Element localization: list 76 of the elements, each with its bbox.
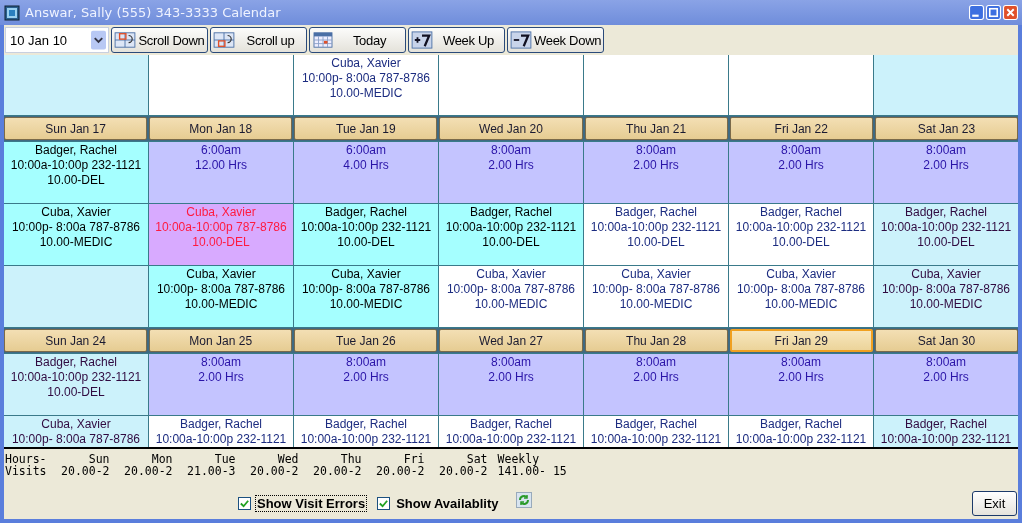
summary-value: 20.00-2	[124, 465, 173, 477]
day-header[interactable]: Wed Jan 27	[439, 329, 583, 352]
summary-heading: Weekly	[497, 453, 540, 465]
day-header[interactable]: Thu Jan 28	[584, 329, 728, 352]
calendar-cell[interactable]: Cuba, Xavier 10:00p- 8:00a 787-8786 10.00-MEDIC	[294, 55, 438, 115]
summary-value: 20.00-2	[313, 465, 362, 477]
calendar-cell[interactable]: 8:00am 2.00 Hrs	[729, 142, 873, 203]
checkbox-label[interactable]: Show Availablity	[394, 495, 501, 512]
day-header[interactable]: Fri Jan 22	[729, 117, 873, 140]
calendar-cell[interactable]: Cuba, Xavier 10:00p- 8:00a 787-8786 10.00-MEDIC	[294, 266, 438, 327]
calendar-cell[interactable]: Badger, Rachel 10:00a-10:00p 232-1121	[584, 416, 728, 447]
calendar-cell[interactable]: 6:00am 12.00 Hrs	[149, 142, 293, 203]
summary-value: 21.00-3	[187, 465, 236, 477]
calendar-cell[interactable]: Cuba, Xavier 10:00p- 8:00a 787-8786 10.00-MEDIC	[584, 266, 728, 327]
day-header[interactable]: Sun Jan 17	[4, 117, 148, 140]
calendar-cell[interactable]: 8:00am 2.00 Hrs	[294, 354, 438, 415]
summary-heading: Tue	[214, 453, 236, 465]
calendar-cell[interactable]: Cuba, Xavier 10:00p- 8:00a 787-8786 10.00-MEDIC	[729, 266, 873, 327]
day-header[interactable]: Mon Jan 18	[149, 117, 293, 140]
calendar-cell[interactable]: Badger, Rachel 10:00a-10:00p 232-1121	[729, 416, 873, 447]
calendar-cell[interactable]: Badger, Rachel 10:00a-10:00p 232-1121	[439, 416, 583, 447]
day-header[interactable]: Tue Jan 26	[294, 329, 438, 352]
day-header[interactable]: Thu Jan 21	[584, 117, 728, 140]
calendar-cell[interactable]: Badger, Rachel 10:00a-10:00p 232-1121 10.00-DEL	[584, 204, 728, 265]
toolbar-button[interactable]: Today	[309, 27, 406, 53]
calendar-cell[interactable]: 8:00am 2.00 Hrs	[439, 354, 583, 415]
calendar-cell[interactable]: Badger, Rachel 10:00a-10:00p 232-1121 10.00-DEL	[729, 204, 873, 265]
calendar-cell[interactable]: 8:00am 2.00 Hrs	[584, 354, 728, 415]
calendar-cell[interactable]: Cuba, Xavier 10:00p- 8:00a 787-8786 10.00-MEDIC	[874, 266, 1018, 327]
summary-label: Hours-	[5, 453, 47, 465]
calendar-cell[interactable]: Badger, Rachel 10:00a-10:00p 232-1121	[149, 416, 293, 447]
calendar-cell[interactable]: Badger, Rachel 10:00a-10:00p 232-1121 10.00-DEL	[874, 204, 1018, 265]
day-header[interactable]: Fri Jan 29	[729, 329, 873, 352]
calendar-cell[interactable]: 8:00am 2.00 Hrs	[149, 354, 293, 415]
calendar-cell[interactable]: 6:00am 4.00 Hrs	[294, 142, 438, 203]
summary-heading: Sat	[466, 453, 488, 465]
day-header[interactable]: Mon Jan 25	[149, 329, 293, 352]
summary-heading: Thu	[340, 453, 362, 465]
calendar-cell[interactable]: Badger, Rachel 10:00a-10:00p 232-1121 10.00-DEL	[439, 204, 583, 265]
summary-heading: Fri	[403, 453, 425, 465]
summary-value: 20.00-2	[376, 465, 425, 477]
calendar-cell[interactable]: Cuba, Xavier 10:00p- 8:00a 787-8786	[4, 416, 148, 447]
calendar-cell[interactable]: Badger, Rachel 10:00a-10:00p 232-1121 10.00-DEL	[294, 204, 438, 265]
exit-button[interactable]: Exit	[972, 491, 1017, 516]
summary-value: 20.00-2	[61, 465, 110, 477]
calendar-cell[interactable]: Badger, Rachel 10:00a-10:00p 232-1121 10.00-DEL	[4, 142, 148, 203]
toolbar-button[interactable]: Week Down	[507, 27, 604, 53]
day-header[interactable]: Sat Jan 23	[874, 117, 1018, 140]
summary-value: 20.00-2	[250, 465, 299, 477]
date-select[interactable]: 10 Jan 10	[5, 27, 109, 53]
summary-value: 20.00-2	[439, 465, 488, 477]
calendar-cell[interactable]: 8:00am 2.00 Hrs	[874, 142, 1018, 203]
calendar-cell[interactable]: Badger, Rachel 10:00a-10:00p 232-1121 10.00-DEL	[4, 354, 148, 415]
calendar-cell[interactable]: Cuba, Xavier 10:00p- 8:00a 787-8786 10.00-MEDIC	[439, 266, 583, 327]
calendar-cell[interactable]: 8:00am 2.00 Hrs	[584, 142, 728, 203]
toolbar-button[interactable]: Scroll up	[210, 27, 307, 53]
summary-label: Visits	[5, 465, 47, 477]
summary-heading: Mon	[151, 453, 173, 465]
day-header[interactable]: Sat Jan 30	[874, 329, 1018, 352]
summary-heading: Sun	[88, 453, 110, 465]
calendar-cell[interactable]: 8:00am 2.00 Hrs	[729, 354, 873, 415]
window-title: Answar, Sally (555) 343-3333 Calendar	[25, 5, 282, 20]
calendar-cell[interactable]: Badger, Rachel 10:00a-10:00p 232-1121	[874, 416, 1018, 447]
calendar-cell[interactable]: Cuba, Xavier 10:00p- 8:00a 787-8786 10.00-MEDIC	[4, 204, 148, 265]
day-header[interactable]: Sun Jan 24	[4, 329, 148, 352]
toolbar-button[interactable]: Week Up	[408, 27, 505, 53]
summary-value: 141.00- 15	[497, 465, 567, 477]
calendar-cell[interactable]: Cuba, Xavier 10:00p- 8:00a 787-8786 10.00-MEDIC	[149, 266, 293, 327]
calendar-cell[interactable]: 8:00am 2.00 Hrs	[874, 354, 1018, 415]
calendar-cell[interactable]: Badger, Rachel 10:00a-10:00p 232-1121	[294, 416, 438, 447]
toolbar-button[interactable]: Scroll Down	[111, 27, 208, 53]
calendar-cell[interactable]: 8:00am 2.00 Hrs	[439, 142, 583, 203]
checkbox-label[interactable]: Show Visit Errors	[255, 495, 368, 512]
day-header[interactable]: Tue Jan 19	[294, 117, 438, 140]
day-header[interactable]: Wed Jan 20	[439, 117, 583, 140]
summary-heading: Wed	[277, 453, 299, 465]
